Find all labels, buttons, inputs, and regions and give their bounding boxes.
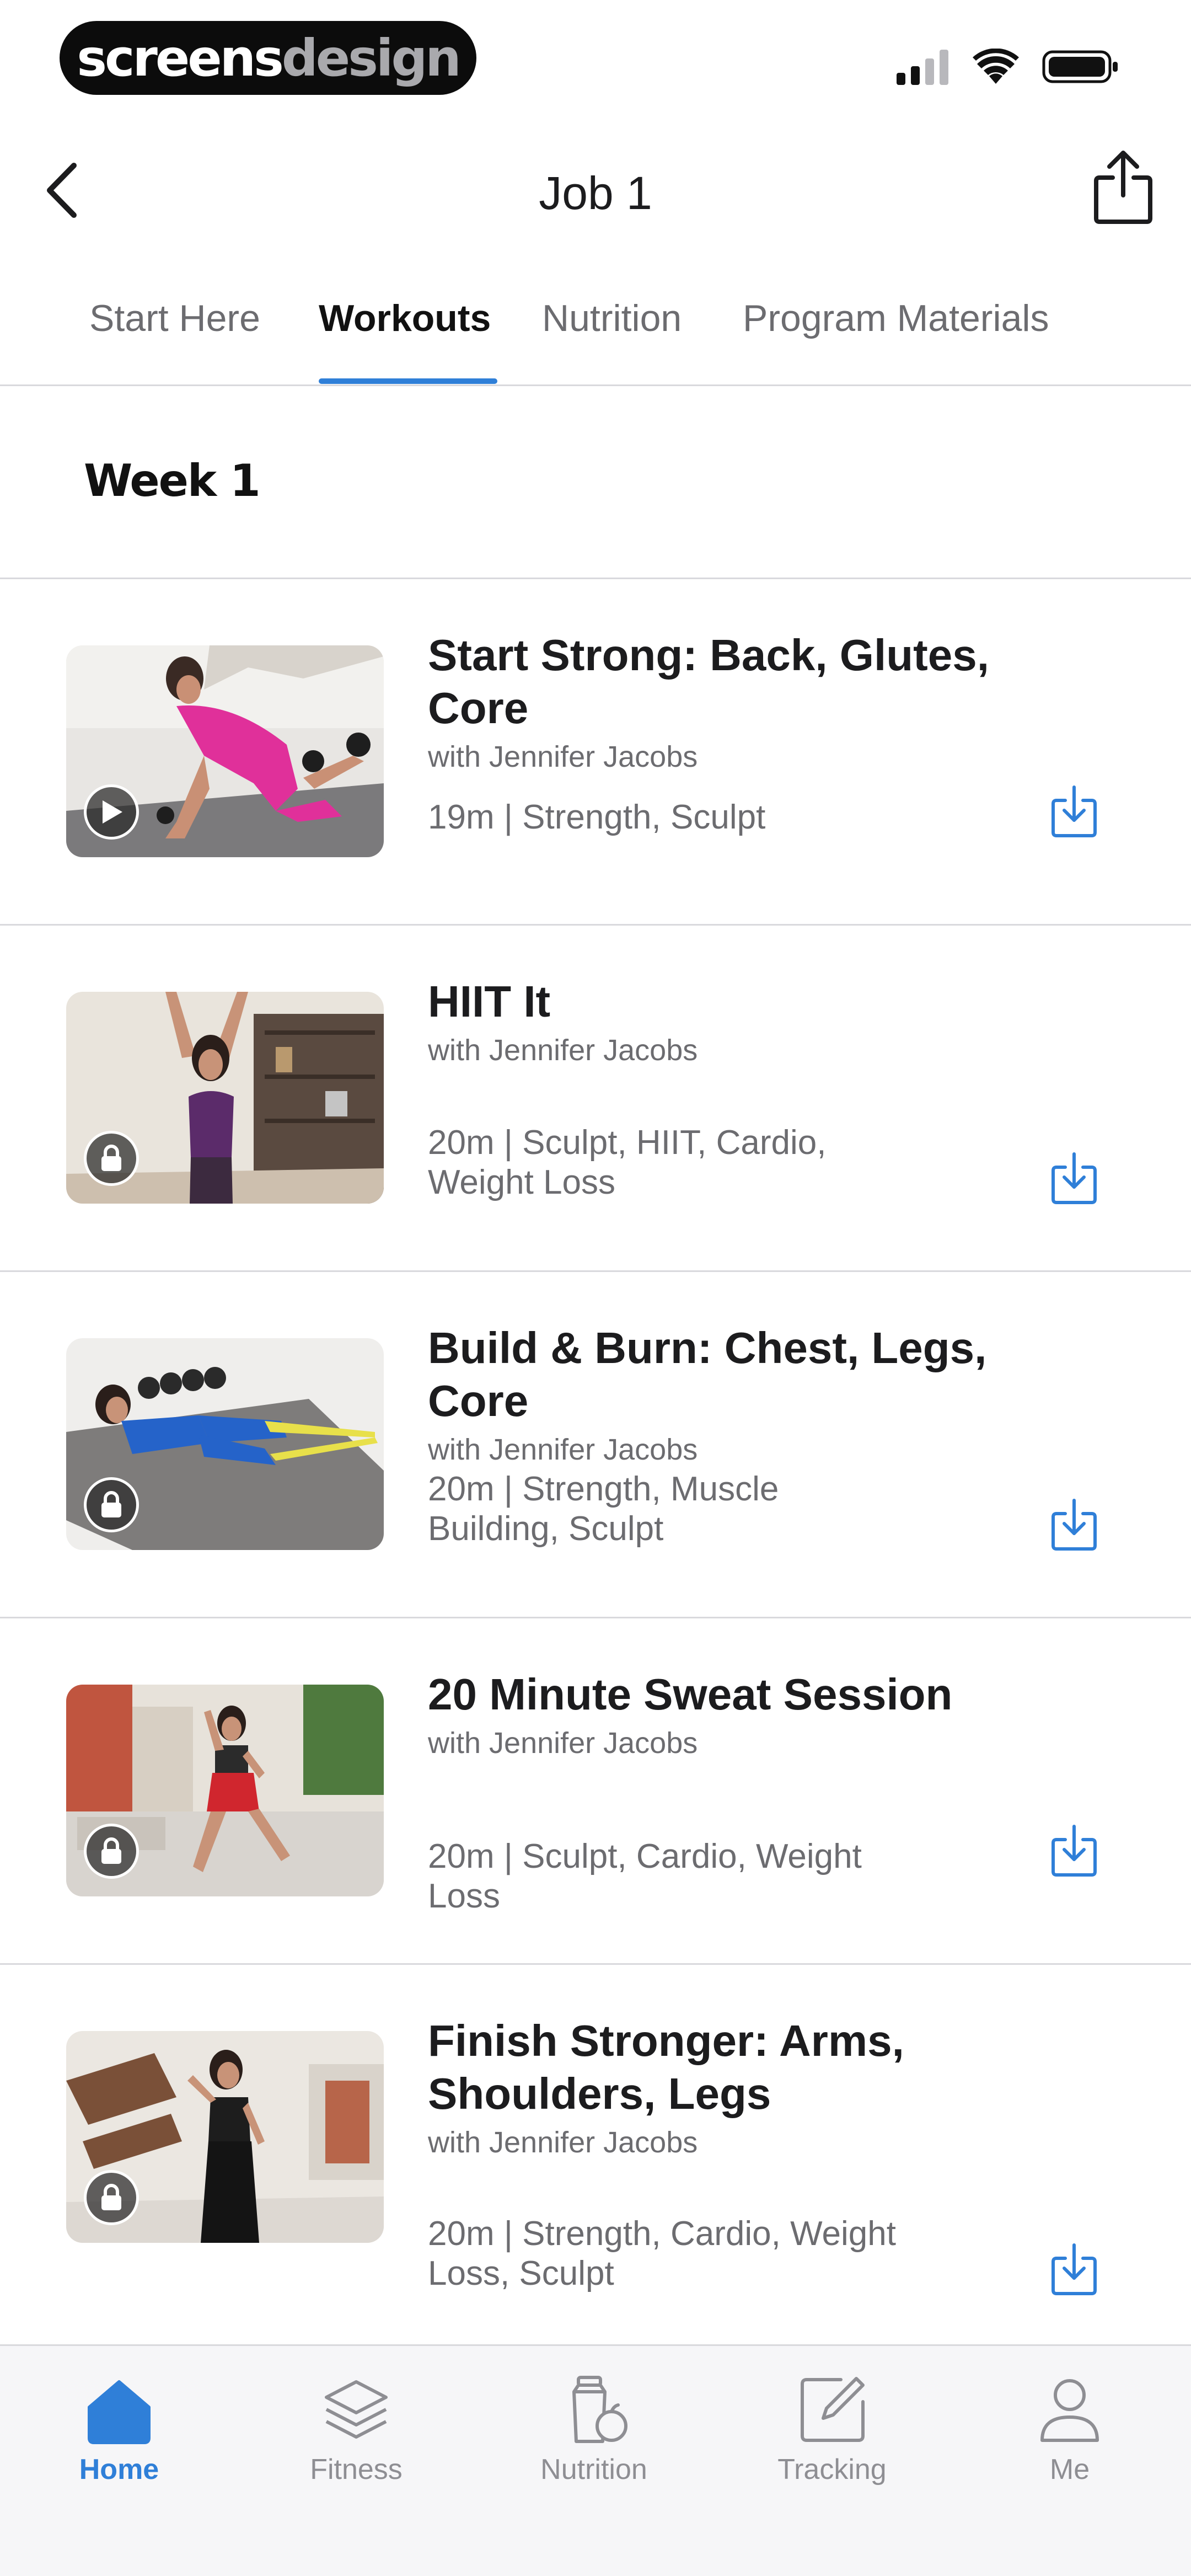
workout-meta: 20m | Sculpt, HIIT, Cardio, Weight Loss [428, 1123, 902, 1203]
workout-row[interactable]: Start Strong: Back, Glutes, Core with Je… [0, 579, 1191, 926]
tab-bar-label: Me [1049, 2454, 1090, 2486]
page-title: Job 1 [539, 167, 652, 219]
workout-meta-line: Loss, Sculpt [428, 2254, 614, 2292]
download-icon [1051, 1499, 1097, 1551]
tab-bar: Home Fitness Nutrition Tracking Me [0, 2344, 1191, 2576]
brand-logo: screens design [60, 21, 476, 95]
home-icon [78, 2368, 160, 2451]
week-header: Week 1 [0, 386, 1191, 579]
lock-badge [84, 1131, 139, 1186]
tab-bar-nutrition[interactable]: Nutrition [511, 2368, 677, 2495]
workout-row[interactable]: 20 Minute Sweat Session with Jennifer Ja… [0, 1618, 1191, 1965]
workout-title-line: Shoulders, Legs [428, 2069, 771, 2118]
workout-title: HIIT It [428, 977, 551, 1026]
workout-info: HIIT It with Jennifer Jacobs [428, 975, 1079, 1068]
workout-title: Finish Stronger: Arms, Shoulders, Legs [428, 2014, 1079, 2120]
workout-coach: with Jennifer Jacobs [428, 1433, 698, 1466]
person-icon [1028, 2368, 1111, 2451]
workout-row[interactable]: Build & Burn: Chest, Legs, Core with Jen… [0, 1272, 1191, 1618]
workout-coach: with Jennifer Jacobs [428, 2126, 698, 2159]
lock-icon [101, 1145, 121, 1171]
workout-meta: 19m | Strength, Sculpt [428, 798, 902, 837]
workout-thumbnail[interactable] [66, 992, 384, 1204]
tab-nutrition[interactable]: Nutrition [542, 297, 682, 340]
tab-workouts[interactable]: Workouts [319, 297, 491, 340]
download-icon [1051, 1152, 1097, 1204]
tab-start-here[interactable]: Start Here [89, 297, 260, 340]
brand-logo-part2: design [281, 28, 462, 88]
workout-thumbnail[interactable] [66, 1338, 384, 1550]
edit-icon [791, 2368, 873, 2451]
workout-meta: 20m | Sculpt, Cardio, Weight Loss [428, 1837, 902, 1916]
workout-list: Start Strong: Back, Glutes, Core with Je… [0, 579, 1191, 2348]
workout-meta-line: Building, Sculpt [428, 1510, 664, 1548]
workout-meta-line: Weight Loss [428, 1163, 616, 1201]
lock-badge [84, 1477, 139, 1532]
active-tab-indicator [319, 378, 497, 384]
lock-icon [101, 2184, 121, 2210]
tab-bar-label: Fitness [310, 2454, 403, 2486]
workout-meta: 20m | Strength, Muscle Building, Sculpt [428, 1469, 902, 1549]
download-icon [1051, 1825, 1097, 1877]
lock-icon [101, 1837, 121, 1864]
lock-badge [84, 2170, 139, 2225]
workout-title: 20 Minute Sweat Session [428, 1670, 953, 1719]
workout-title: Start Strong: Back, Glutes, Core [428, 630, 989, 733]
workout-title-line: Finish Stronger: Arms, [428, 2016, 904, 2065]
download-button[interactable] [1047, 2239, 1102, 2300]
workout-coach: with Jennifer Jacobs [428, 1034, 698, 1067]
download-button[interactable] [1047, 1494, 1102, 1555]
status-bar: screens design [0, 0, 1191, 110]
tab-bar-home[interactable]: Home [36, 2368, 202, 2495]
tab-bar-tracking[interactable]: Tracking [749, 2368, 915, 2495]
tab-bar-fitness[interactable]: Fitness [273, 2368, 439, 2495]
workout-info: 20 Minute Sweat Session with Jennifer Ja… [428, 1668, 1079, 1761]
download-button[interactable] [1047, 1148, 1102, 1209]
workout-coach: with Jennifer Jacobs [428, 1727, 698, 1760]
download-button[interactable] [1047, 1820, 1102, 1881]
tab-bar-label: Nutrition [540, 2454, 647, 2486]
workout-meta-line: 20m | Sculpt, HIIT, Cardio, [428, 1124, 827, 1162]
battery-icon [1042, 50, 1118, 83]
play-badge [84, 784, 139, 840]
workout-thumbnail[interactable] [66, 2031, 384, 2243]
navigation-bar: Job 1 [0, 132, 1191, 254]
layers-icon [315, 2368, 398, 2451]
workout-meta-line: 19m | Strength, Sculpt [428, 798, 766, 836]
workout-row[interactable]: Finish Stronger: Arms, Shoulders, Legs w… [0, 1965, 1191, 2348]
week-title: Week 1 [84, 455, 261, 506]
download-button[interactable] [1047, 781, 1102, 842]
share-button[interactable] [1087, 146, 1159, 229]
wifi-icon [973, 49, 1019, 84]
lock-badge [84, 1824, 139, 1879]
share-icon [1094, 151, 1152, 224]
workout-thumbnail[interactable] [66, 1685, 384, 1896]
workout-row[interactable]: HIIT It with Jennifer Jacobs 20m | Sculp… [0, 926, 1191, 1272]
play-icon [103, 800, 122, 824]
cellular-signal-icon [897, 50, 948, 85]
workout-meta-line: 20m | Strength, Muscle [428, 1470, 779, 1508]
segment-tabs: Start Here Workouts Nutrition Program Ma… [0, 287, 1191, 386]
workout-info: Finish Stronger: Arms, Shoulders, Legs w… [428, 2014, 1079, 2160]
workout-meta-line: 20m | Sculpt, Cardio, Weight Loss [428, 1837, 862, 1915]
tab-program-materials[interactable]: Program Materials [743, 297, 1049, 340]
download-icon [1051, 2243, 1097, 2295]
workout-title: Build & Burn: Chest, Legs, Core [428, 1323, 987, 1425]
workout-info: Build & Burn: Chest, Legs, Core with Jen… [428, 1322, 1079, 1467]
workout-meta-line: 20m | Strength, Cardio, Weight [428, 2215, 896, 2253]
download-icon [1051, 785, 1097, 837]
workout-meta: 20m | Strength, Cardio, Weight Loss, Scu… [428, 2214, 902, 2294]
tab-bar-me[interactable]: Me [987, 2368, 1152, 2495]
lock-icon [101, 1491, 121, 1517]
tab-bar-label: Home [79, 2454, 159, 2486]
nutrition-icon [552, 2368, 635, 2451]
tab-bar-label: Tracking [777, 2454, 887, 2486]
brand-logo-part1: screens [77, 28, 284, 88]
status-icons [897, 44, 1119, 89]
workout-coach: with Jennifer Jacobs [428, 740, 698, 773]
workout-info: Start Strong: Back, Glutes, Core with Je… [428, 629, 1079, 774]
workout-thumbnail[interactable] [66, 645, 384, 857]
